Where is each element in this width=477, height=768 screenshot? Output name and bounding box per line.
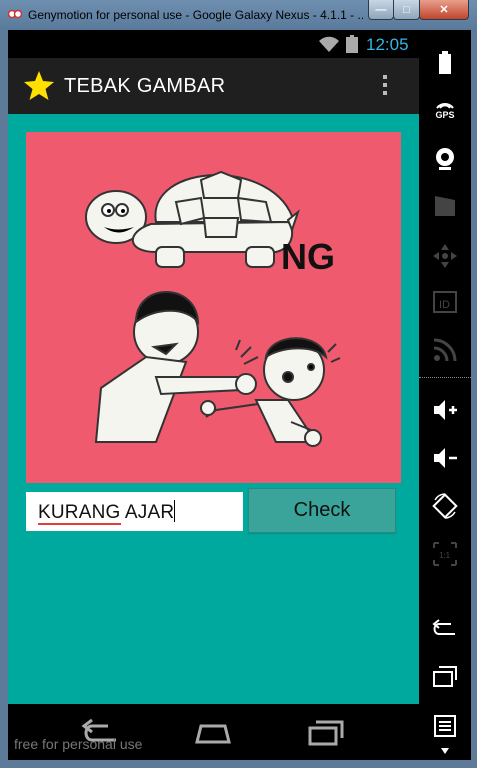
rotate-icon[interactable] [431,492,459,520]
turtle-illustration [85,170,301,268]
rss-icon[interactable] [431,336,459,364]
window-border-bottom [0,760,477,768]
man-illustration [94,291,257,443]
webcam-icon[interactable] [431,145,459,173]
star-icon [24,71,54,100]
watermark: free for personal use [14,736,143,752]
answer-input[interactable]: KURANG AJAR [26,492,243,531]
overflow-menu-icon[interactable] [378,72,392,100]
action-bar: TEBAK GAMBAR [8,58,419,114]
app-title: TEBAK GAMBAR [64,75,226,97]
back-icon[interactable] [431,614,459,642]
scroll-down-icon[interactable] [441,748,449,754]
window-titlebar[interactable]: Genymotion for personal use - Google Gal… [0,0,477,30]
svg-text:1:1: 1:1 [439,551,451,560]
battery-icon[interactable] [431,48,459,76]
quiz-illustration: NG [85,170,341,447]
status-time: 12:05 [366,35,409,54]
gps-label: GPS [435,110,455,120]
window-border-right [471,30,477,768]
dpad-icon[interactable] [431,242,459,270]
close-button[interactable]: ✕ [419,0,469,20]
recent-apps-nav-icon[interactable] [304,718,348,746]
id-icon[interactable]: ID [431,288,459,316]
status-bar: 12:05 [8,30,419,58]
boy-illustration [200,337,328,447]
video-capture-icon[interactable] [431,192,459,220]
maximize-button[interactable]: □ [393,0,420,20]
main-content: NG KURANG AJAR Check [8,114,419,704]
svg-text:ID: ID [439,299,450,311]
menu-icon[interactable] [431,712,459,740]
window-title: Genymotion for personal use - Google Gal… [28,8,363,22]
home-nav-icon[interactable] [191,718,235,746]
volume-down-icon[interactable] [431,444,459,472]
sidebar-separator [419,377,471,378]
recent-apps-icon[interactable] [431,662,459,690]
check-button[interactable]: Check [248,488,396,533]
gps-icon[interactable] [431,94,459,110]
battery-icon [346,35,358,53]
answer-word-misspelled: KURANG [38,502,121,525]
quiz-text: NG [281,236,335,277]
wifi-icon [319,36,339,52]
volume-up-icon[interactable] [431,396,459,424]
genymotion-sidebar: GPS ID 1:1 [419,30,471,760]
scale-icon[interactable]: 1:1 [431,540,459,568]
genymotion-icon [8,9,22,19]
device-screen: 12:05 TEBAK GAMBAR NG KURANG AJAR Check … [8,30,419,760]
window-border-left [0,30,8,768]
quiz-image: NG [26,132,401,483]
text-caret [174,500,176,522]
answer-word: AJAR [120,502,175,523]
minimize-button[interactable]: — [368,0,394,20]
